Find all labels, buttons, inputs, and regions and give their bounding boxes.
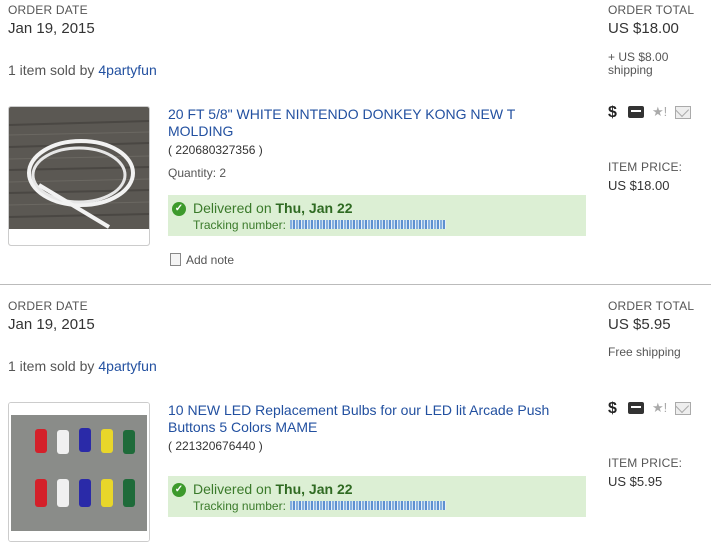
order-card: ORDER DATE Jan 19, 2015 ORDER TOTAL US $…	[0, 285, 711, 557]
add-note-label: Add note	[186, 253, 235, 267]
feedback-icon[interactable]: ★!	[652, 400, 667, 416]
delivery-status: ✓ Delivered on Thu, Jan 22 Tracking numb…	[168, 195, 586, 236]
note-icon	[170, 253, 181, 266]
order-card: ORDER DATE Jan 19, 2015 ORDER TOTAL US $…	[0, 0, 711, 284]
add-note-button[interactable]: Add note	[170, 253, 234, 267]
sold-by: 1 item sold by 4partyfun	[8, 62, 157, 78]
item-number: ( 220680327356 )	[168, 143, 263, 157]
order-total: US $18.00	[608, 20, 679, 37]
dollar-icon[interactable]: $	[608, 400, 617, 418]
item-title-line1: 20 FT 5/8" WHITE NINTENDO DONKEY KONG NE…	[168, 106, 516, 122]
item-title-link[interactable]: 10 NEW LED Replacement Bulbs for our LED…	[168, 402, 588, 436]
delivered-date: Thu, Jan 22	[275, 481, 353, 497]
item-price-label: ITEM PRICE:	[608, 160, 683, 174]
delivered-text: Delivered on Thu, Jan 22	[193, 481, 353, 497]
sold-by-text: 1 item sold by	[8, 358, 95, 374]
item-price-label: ITEM PRICE:	[608, 456, 683, 470]
order-total-label: ORDER TOTAL	[608, 3, 695, 17]
delivered-prefix: Delivered on	[193, 481, 272, 497]
item-thumbnail[interactable]	[8, 402, 150, 542]
shipping-cost: Free shipping	[608, 345, 681, 359]
item-thumbnail[interactable]	[8, 106, 150, 246]
order-date-label: ORDER DATE	[8, 299, 88, 313]
led-bulbs-image	[9, 403, 149, 541]
order-total-label: ORDER TOTAL	[608, 299, 695, 313]
sold-by-text: 1 item sold by	[8, 62, 95, 78]
delivery-status: ✓ Delivered on Thu, Jan 22 Tracking numb…	[168, 476, 586, 517]
message-icon[interactable]	[675, 106, 691, 119]
order-date-label: ORDER DATE	[8, 3, 88, 17]
order-date: Jan 19, 2015	[8, 316, 95, 333]
seller-link[interactable]: 4partyfun	[98, 62, 156, 78]
check-icon: ✓	[172, 483, 186, 497]
item-price: US $5.95	[608, 474, 663, 489]
item-title-line1: 10 NEW LED Replacement Bulbs for our LED…	[168, 402, 550, 418]
delivered-prefix: Delivered on	[193, 200, 272, 216]
package-icon[interactable]	[628, 402, 644, 414]
item-price: US $18.00	[608, 178, 670, 193]
item-title-link[interactable]: 20 FT 5/8" WHITE NINTENDO DONKEY KONG NE…	[168, 106, 588, 140]
delivered-text: Delivered on Thu, Jan 22	[193, 200, 353, 216]
dollar-icon[interactable]: $	[608, 104, 617, 122]
package-icon[interactable]	[628, 106, 644, 118]
tracking-number-link[interactable]	[290, 220, 446, 229]
item-title-line2: MOLDING	[168, 123, 234, 139]
item-number: ( 221320676440 )	[168, 439, 263, 453]
item-title-line2: Buttons 5 Colors MAME	[168, 419, 318, 435]
shipping-label: shipping	[608, 63, 653, 77]
seller-link[interactable]: 4partyfun	[98, 358, 156, 374]
order-date: Jan 19, 2015	[8, 20, 95, 37]
tracking-number-link[interactable]	[290, 501, 446, 510]
order-total: US $5.95	[608, 316, 671, 333]
check-icon: ✓	[172, 202, 186, 216]
tracking-label: Tracking number:	[193, 499, 286, 513]
molding-image	[9, 107, 149, 245]
tracking-label: Tracking number:	[193, 218, 286, 232]
sold-by: 1 item sold by 4partyfun	[8, 358, 157, 374]
item-quantity: Quantity: 2	[168, 166, 227, 180]
delivered-date: Thu, Jan 22	[275, 200, 353, 216]
message-icon[interactable]	[675, 402, 691, 415]
feedback-icon[interactable]: ★!	[652, 104, 667, 120]
